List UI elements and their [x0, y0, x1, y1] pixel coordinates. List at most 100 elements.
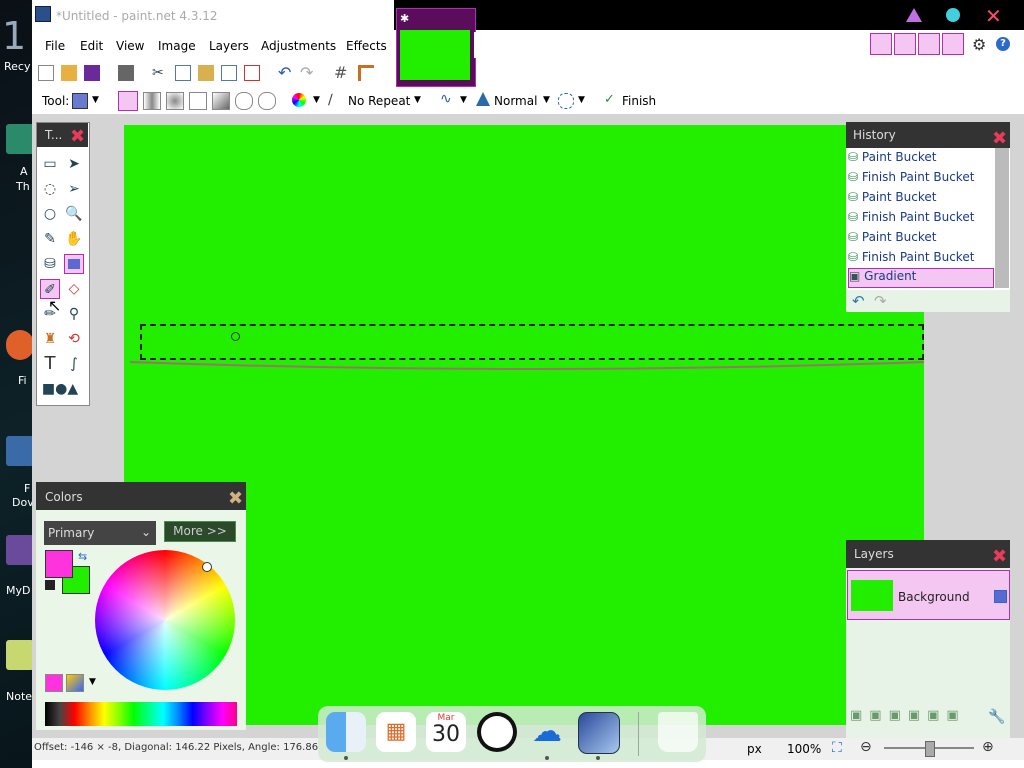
layer-visibility-checkbox[interactable] [994, 590, 1007, 603]
zoom-to-window-icon[interactable]: ⛶ [832, 740, 842, 756]
line-curve-icon[interactable]: ∫ [64, 354, 84, 374]
gradient-handle[interactable] [231, 332, 240, 341]
zoom-out-icon[interactable]: ⊖ [860, 739, 872, 755]
conical-gradient-icon[interactable] [212, 92, 230, 110]
lasso-icon[interactable]: ◌ [40, 179, 60, 199]
menu-view[interactable]: View [116, 39, 144, 53]
more-colors-button[interactable]: More >> [164, 521, 236, 542]
desktop-firefox-icon[interactable] [6, 330, 34, 360]
history-panel-close-icon[interactable]: ✖ [992, 130, 1007, 148]
menu-adjustments[interactable]: Adjustments [261, 39, 336, 53]
menu-edit[interactable]: Edit [80, 39, 103, 53]
menu-layers[interactable]: Layers [209, 39, 249, 53]
diamond-gradient-icon[interactable] [166, 92, 184, 110]
text-tool-icon[interactable]: T [40, 354, 60, 374]
eraser-icon[interactable]: ◇ [64, 279, 84, 299]
launchpad-grid-icon[interactable]: ▦ [376, 712, 416, 752]
zoom-level[interactable]: 100% [787, 742, 821, 756]
help-icon[interactable]: ? [996, 37, 1010, 51]
trash-icon[interactable] [658, 712, 698, 752]
zoom-slider-thumb[interactable] [925, 741, 935, 757]
copy-icon[interactable] [175, 65, 191, 81]
units-select[interactable]: px [747, 742, 762, 756]
list-item[interactable]: ⛁ Paint Bucket [848, 190, 994, 210]
settings-gear-icon[interactable]: ⚙ [972, 35, 986, 54]
layers-panel-close-icon[interactable]: ✖ [992, 548, 1007, 566]
list-item[interactable]: ⛁ Finish Paint Bucket [848, 170, 994, 190]
menu-image[interactable]: Image [158, 39, 196, 53]
color-mode-icon[interactable] [292, 93, 306, 107]
selection-clipping-icon[interactable] [558, 93, 574, 109]
color-mode-select[interactable]: Primary ⌄ [44, 521, 156, 545]
tool-dropdown-chevron-icon[interactable]: ▼ [92, 95, 99, 105]
paintnet-app-icon[interactable] [578, 712, 620, 754]
linear-gradient-icon[interactable] [118, 91, 138, 111]
deselect-icon[interactable] [244, 65, 260, 81]
undo-icon[interactable]: ↶ [278, 65, 294, 81]
magic-wand-icon[interactable]: ✎ [40, 229, 60, 249]
color-picker-icon[interactable]: ⚲ [64, 304, 84, 324]
shapes-icon[interactable]: ■●▲ [40, 379, 80, 399]
history-undo-icon[interactable]: ↶ [852, 292, 865, 310]
list-item[interactable]: ⛁ Paint Bucket [848, 150, 994, 170]
close-icon[interactable]: ✕ [985, 4, 1002, 28]
tools-window-toggle-icon[interactable] [870, 33, 892, 55]
maximize-circle-icon[interactable] [946, 8, 960, 22]
image-thumbnail[interactable] [400, 30, 470, 80]
crop-icon[interactable] [221, 65, 237, 81]
layer-action-icons[interactable]: ▣▣▣▣▣▣ [850, 708, 1000, 728]
desktop-mydocs-icon[interactable] [6, 535, 34, 565]
desktop-notepad-icon[interactable] [6, 640, 34, 670]
layers-window-toggle-icon[interactable] [918, 33, 940, 55]
print-icon[interactable] [118, 65, 134, 81]
spiral-ccw-gradient-icon[interactable] [258, 92, 276, 110]
recolor-icon[interactable]: ⟲ [64, 329, 84, 349]
gradient-tool-icon[interactable] [64, 254, 84, 274]
history-window-toggle-icon[interactable] [894, 33, 916, 55]
finder-icon[interactable] [326, 712, 366, 752]
ellipse-select-icon[interactable]: ○ [40, 204, 60, 224]
list-item[interactable]: ⛁ Finish Paint Bucket [848, 250, 994, 270]
paint-bucket-icon[interactable]: ⛁ [40, 254, 60, 274]
desktop-app-icon[interactable] [6, 124, 34, 154]
add-to-palette-icon[interactable] [45, 674, 63, 692]
reset-colors-icon[interactable] [45, 580, 55, 590]
color-wheel-handle[interactable] [202, 562, 212, 572]
colors-window-toggle-icon[interactable] [942, 33, 964, 55]
radial-gradient-icon[interactable] [189, 92, 207, 110]
finish-button[interactable]: Finish [622, 94, 656, 108]
antialias-icon[interactable]: ∿ [440, 91, 452, 107]
pan-hand-icon[interactable]: ✋ [64, 229, 84, 249]
clone-stamp-icon[interactable]: ♜ [40, 329, 60, 349]
repeat-mode-select[interactable]: No Repeat [348, 94, 410, 108]
swap-colors-icon[interactable]: ⇆ [78, 550, 87, 563]
cut-icon[interactable]: ✂ [152, 65, 168, 81]
colors-panel-close-icon[interactable]: ✖ [228, 490, 243, 508]
layer-properties-wrench-icon[interactable]: 🔧 [988, 709, 1005, 725]
primary-color-swatch[interactable] [45, 550, 73, 578]
grid-icon[interactable]: # [334, 65, 350, 81]
open-folder-icon[interactable] [61, 65, 77, 81]
list-item[interactable]: ⛁ Paint Bucket [848, 230, 994, 250]
history-scrollbar[interactable] [995, 148, 1009, 288]
paste-icon[interactable] [198, 65, 214, 81]
repeat-chevron-icon[interactable]: ▼ [414, 95, 421, 105]
desktop-folder-icon[interactable] [6, 436, 34, 466]
color-mode-chevron-icon[interactable]: ▼ [313, 95, 320, 105]
clipping-chevron-icon[interactable]: ▼ [578, 95, 585, 105]
current-tool-gradient-icon[interactable] [72, 93, 88, 109]
zoom-icon[interactable]: 🔍 [64, 204, 84, 224]
color-palette-strip[interactable] [45, 702, 237, 726]
palette-chevron-icon[interactable]: ▼ [89, 677, 96, 687]
new-file-icon[interactable] [38, 65, 54, 81]
tools-panel-close-icon[interactable]: ✖ [70, 128, 85, 146]
move-selection-icon[interactable]: ➢ [64, 179, 84, 199]
menu-effects[interactable]: Effects [346, 39, 387, 53]
palette-menu-icon[interactable] [66, 674, 84, 692]
list-item[interactable]: ▣ Gradient [848, 268, 994, 288]
history-redo-icon[interactable]: ↷ [874, 292, 887, 310]
list-item[interactable]: ⛁ Finish Paint Bucket [848, 210, 994, 230]
minimize-triangle-icon[interactable] [906, 8, 922, 22]
move-selected-icon[interactable]: ➤ [64, 154, 84, 174]
blend-chevron-icon[interactable]: ▼ [543, 95, 550, 105]
